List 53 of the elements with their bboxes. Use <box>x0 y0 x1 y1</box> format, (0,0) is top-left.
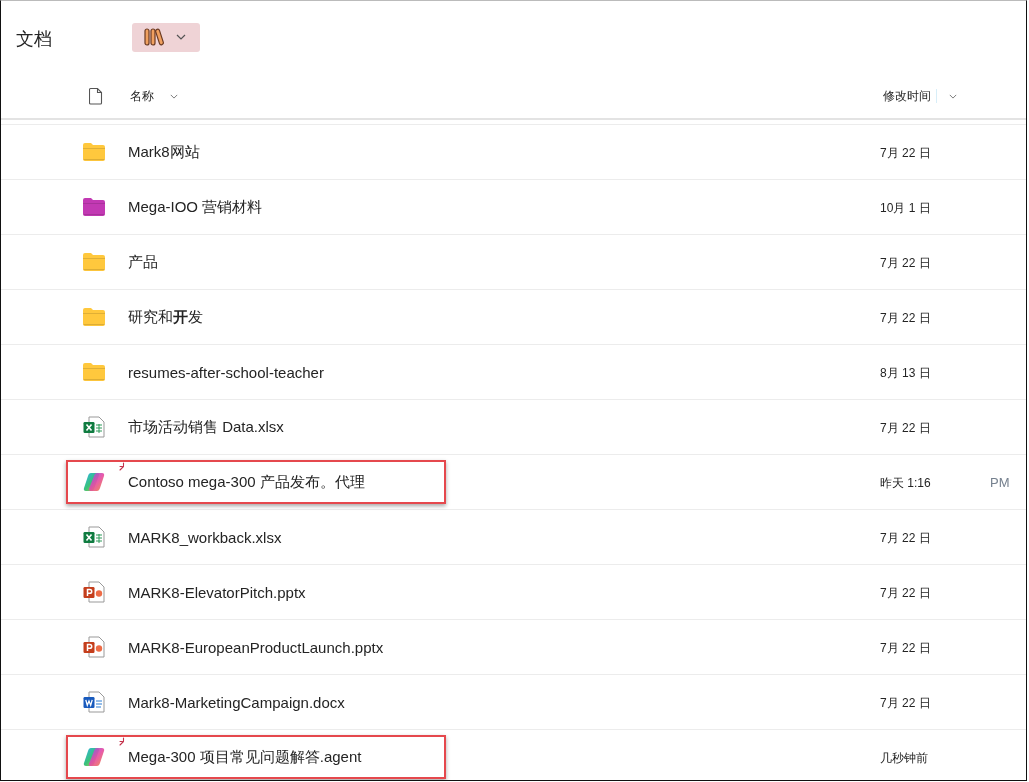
presentation-icon <box>83 581 105 603</box>
text-document-icon <box>83 691 105 713</box>
file-icon[interactable] <box>89 87 103 105</box>
file-name-link[interactable]: Contoso mega-300 产品发布。代理 <box>128 472 365 492</box>
modified-date: 7月 22 日 <box>880 420 931 435</box>
file-row[interactable]: Mark8网站 7月 22 日 <box>1 125 1026 180</box>
spreadsheet-icon <box>83 416 105 438</box>
file-name-link[interactable]: resumes-after-school-teacher <box>128 363 324 381</box>
file-row[interactable]: MARK8-ElevatorPitch.pptx 7月 22 日 <box>1 565 1026 620</box>
file-name-link[interactable]: Mark8-MarketingCampaign.docx <box>128 693 345 711</box>
modified-date: 昨天 1:16 <box>880 475 931 490</box>
file-name-link[interactable]: 市场活动销售 Data.xlsx <box>128 417 284 437</box>
file-name-link[interactable]: Mega-300 项目常见问题解答.agent <box>128 747 362 767</box>
modified-date: 7月 22 日 <box>880 145 931 160</box>
file-name-link[interactable]: MARK8_workback.xlsx <box>128 528 282 546</box>
library-title: 文档 <box>16 28 52 51</box>
file-row[interactable]: MARK8-EuropeanProductLaunch.pptx 7月 22 日 <box>1 620 1026 675</box>
file-name-link[interactable]: MARK8-EuropeanProductLaunch.pptx <box>128 638 384 656</box>
modified-date: 7月 22 日 <box>880 530 931 545</box>
file-row[interactable]: 市场活动销售 Data.xlsx 7月 22 日 <box>1 400 1026 455</box>
modified-date: 7月 22 日 <box>880 310 931 325</box>
modified-column-header[interactable]: 修改时间 <box>883 87 931 105</box>
chevron-down-icon <box>176 34 186 40</box>
file-name-link[interactable]: Mark8网站 <box>128 142 200 162</box>
app-logo-icon <box>83 747 105 767</box>
app-logo-icon <box>83 472 105 492</box>
time-period-label: PM <box>990 475 1010 490</box>
file-name-link[interactable]: MARK8-ElevatorPitch.pptx <box>128 583 306 601</box>
file-row[interactable]: resumes-after-school-teacher 8月 13 日 <box>1 345 1026 400</box>
chevron-down-icon[interactable] <box>170 93 178 99</box>
name-column-header[interactable]: 名称 <box>130 87 154 105</box>
file-row[interactable]: Mark8-MarketingCampaign.docx 7月 22 日 <box>1 675 1026 730</box>
modified-date: 10月 1 日 <box>880 200 931 215</box>
file-row[interactable]: MARK8_workback.xlsx 7月 22 日 <box>1 510 1026 565</box>
library-view-button[interactable] <box>132 22 200 52</box>
file-row[interactable]: 研究和开发 7月 22 日 <box>1 290 1026 345</box>
modified-date: 7月 22 日 <box>880 585 931 600</box>
modified-date: 8月 13 日 <box>880 365 931 380</box>
presentation-icon <box>83 636 105 658</box>
file-row[interactable]: 产品 7月 22 日 <box>1 235 1026 290</box>
modified-date: 7月 22 日 <box>880 695 931 710</box>
file-row[interactable]: Mega-300 项目常见问题解答.agent 几秒钟前 <box>1 730 1026 780</box>
file-name-link[interactable]: 研究和开发 <box>128 307 203 327</box>
file-name-link[interactable]: Mega-IOO 营销材料 <box>128 197 263 217</box>
file-name-link[interactable]: 产品 <box>128 252 158 272</box>
modified-date: 7月 22 日 <box>880 255 931 270</box>
books-icon <box>144 28 164 46</box>
chevron-down-icon[interactable] <box>949 93 957 99</box>
file-row[interactable]: Contoso mega-300 产品发布。代理 昨天 1:16 PM <box>1 455 1026 510</box>
modified-date: 几秒钟前 <box>880 750 928 765</box>
spreadsheet-icon <box>83 526 105 548</box>
file-row[interactable]: Mega-IOO 营销材料 10月 1 日 <box>1 180 1026 235</box>
modified-date: 7月 22 日 <box>880 640 931 655</box>
